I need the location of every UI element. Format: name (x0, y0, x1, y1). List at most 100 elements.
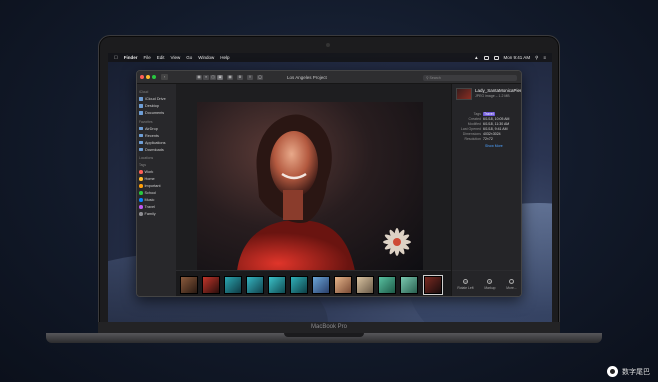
list-view-button[interactable]: ≡ (203, 74, 209, 80)
sidebar-item-label: iCloud Drive (145, 97, 166, 101)
markup-icon: ✎ (487, 279, 493, 284)
clock-icon (139, 133, 143, 138)
thumbnail[interactable] (246, 276, 264, 294)
laptop-base (46, 333, 602, 343)
portrait-photo (237, 114, 411, 271)
sidebar-item-label: Desktop (145, 104, 159, 108)
minimize-button[interactable] (146, 75, 150, 79)
sidebar-item-recents[interactable]: Recents (139, 132, 174, 139)
sidebar-item-applications[interactable]: Applications (139, 139, 174, 146)
thumbnail-selected[interactable] (423, 275, 443, 295)
markup-button[interactable]: ✎ Markup (484, 279, 495, 290)
thumbnail[interactable] (202, 276, 220, 294)
thumbnail[interactable] (334, 276, 352, 294)
share-icon[interactable]: ⇧ (247, 74, 253, 80)
file-thumbnail (456, 88, 472, 100)
menu-edit[interactable]: Edit (157, 55, 165, 60)
tag-dot-icon (139, 212, 143, 216)
watermark: 数字尾巴 (607, 366, 650, 377)
menu-clock[interactable]: Mon 9:41 AM (504, 55, 531, 60)
control-menu-icon[interactable]: ≡ (543, 55, 546, 60)
sidebar-item-label: Applications (145, 140, 166, 145)
document-icon (139, 111, 143, 115)
window-title: Los Angeles Project (287, 75, 327, 80)
icon-view-button[interactable]: ▦ (196, 74, 202, 80)
more-button[interactable]: ⋯ More... (506, 279, 517, 290)
sidebar-item-label: Recents (145, 133, 159, 138)
photo-preview[interactable] (197, 102, 423, 271)
sidebar-tag-music[interactable]: Music (139, 197, 174, 204)
sidebar: iCloud iCloud Drive Desktop Documents Fa… (137, 84, 176, 296)
sidebar-item-documents[interactable]: Documents (139, 110, 174, 117)
file-kind: JPEG image – 1.2 MB (475, 93, 510, 98)
sidebar-item-downloads[interactable]: Downloads (139, 146, 174, 153)
thumbnail[interactable] (356, 276, 374, 294)
back-button[interactable]: ‹ (161, 74, 168, 80)
thumbnail[interactable] (400, 276, 418, 294)
sidebar-item-desktop[interactable]: Desktop (139, 103, 174, 110)
sidebar-tag-important[interactable]: Important (139, 183, 174, 190)
thumbnail[interactable] (378, 276, 396, 294)
column-view-button[interactable]: ◫ (210, 74, 216, 80)
tag-badge[interactable]: Travel (483, 111, 495, 116)
desktop-icon (139, 104, 143, 108)
search-icon[interactable]: ⚲ (535, 55, 538, 61)
menu-app-finder[interactable]: Finder (124, 55, 138, 60)
quick-actions: ↺ Rotate Left ✎ Markup ⋯ More... (452, 270, 521, 296)
action-gear-icon[interactable]: ⚙ (237, 74, 243, 80)
search-field[interactable]: ⚲ Search (423, 74, 517, 81)
search-placeholder: Search (429, 75, 441, 80)
zoom-button[interactable] (152, 75, 156, 79)
sidebar-tag-home[interactable]: Home (139, 176, 174, 183)
sidebar-item-label: Documents (145, 111, 165, 115)
sidebar-tag-school[interactable]: School (139, 190, 174, 197)
thumbnail[interactable] (312, 276, 330, 294)
gallery-view-button[interactable]: ▣ (217, 74, 223, 80)
tag-dot-icon (139, 198, 143, 202)
tag-icon[interactable]: ◯ (257, 74, 263, 80)
close-button[interactable] (140, 75, 144, 79)
sidebar-tag-travel[interactable]: Travel (139, 204, 174, 211)
more-icon: ⋯ (508, 279, 514, 284)
tag-dot-icon (139, 177, 143, 181)
thumbnail[interactable] (290, 276, 308, 294)
sidebar-item-label: School (144, 191, 157, 195)
tag-dot-icon (139, 191, 143, 195)
thumbnail[interactable] (224, 276, 242, 294)
menu-window[interactable]: Window (198, 55, 214, 60)
sidebar-item-label: Home (144, 177, 155, 181)
sidebar-tag-family[interactable]: Family (139, 211, 174, 218)
tag-dot-icon (139, 205, 143, 209)
sidebar-item-airdrop[interactable]: AirDrop (139, 125, 174, 132)
airplay-icon[interactable] (483, 55, 489, 60)
tag-dot-icon (139, 170, 143, 174)
battery-icon[interactable] (493, 55, 499, 60)
download-icon (139, 147, 143, 152)
screen:  Finder File Edit View Go Window Help ▲… (108, 53, 552, 329)
sidebar-item-label: Important (144, 184, 161, 188)
action-label: Markup (484, 286, 496, 290)
gallery-area: Lady_SantaMonicaPier.jpeg JPEG image – 1… (176, 84, 522, 296)
menu-file[interactable]: File (144, 55, 151, 60)
meta-row: Resolution 72×72 (455, 137, 518, 142)
menu-view[interactable]: View (171, 55, 181, 60)
sidebar-tag-work[interactable]: Work (139, 169, 174, 176)
airdrop-icon (139, 126, 143, 131)
thumbnail[interactable] (180, 276, 198, 294)
thumbnail[interactable] (268, 276, 286, 294)
watermark-logo-icon (607, 366, 618, 377)
sidebar-heading-tags: Tags (139, 163, 146, 167)
tag-dot-icon (139, 184, 143, 188)
show-more-link[interactable]: Show More (485, 144, 518, 148)
group-button[interactable]: ▦ (227, 74, 233, 80)
apple-icon[interactable]:  (114, 55, 118, 61)
action-label: Rotate Left (457, 286, 474, 290)
wifi-icon[interactable]: ▲ (474, 55, 478, 60)
rotate-left-button[interactable]: ↺ Rotate Left (457, 279, 474, 290)
menu-go[interactable]: Go (186, 55, 192, 60)
sidebar-item-icloud-drive[interactable]: iCloud Drive (139, 96, 174, 103)
view-toolbar: ▦ ≡ ◫ ▣ ▦ ⚙ ⇧ ◯ (196, 74, 263, 80)
file-name: Lady_SantaMonicaPier.jpeg (475, 88, 522, 93)
sidebar-item-label: Travel (144, 205, 155, 209)
menu-help[interactable]: Help (220, 55, 229, 60)
